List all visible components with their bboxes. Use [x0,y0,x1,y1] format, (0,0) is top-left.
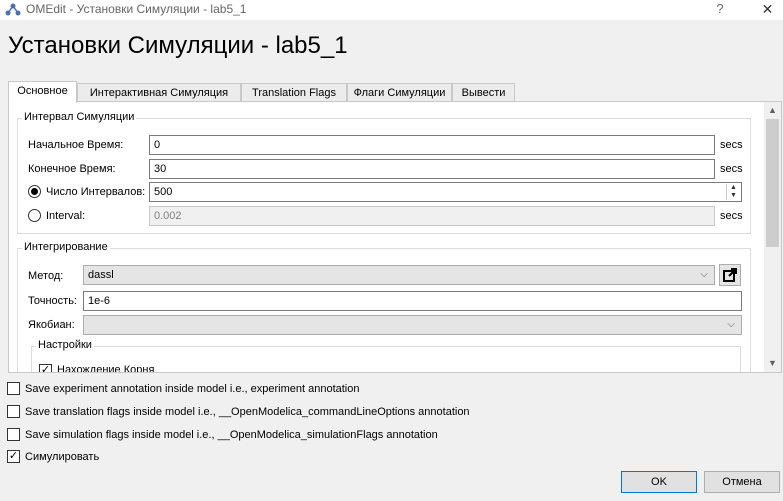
spin-arrows-icon[interactable]: ▲ ▼ [726,184,740,200]
method-label: Метод: [28,270,64,282]
scroll-up-icon[interactable]: ▲ [764,102,781,119]
interval-radio[interactable] [28,209,41,222]
vertical-scrollbar[interactable]: ▲ ▼ [764,102,781,372]
simulate-checkbox[interactable]: ✓ [7,450,20,463]
window-title: OMEdit - Установки Симуляции - lab5_1 [26,2,247,16]
intervals-radio[interactable] [28,185,41,198]
save-experiment-checkbox[interactable] [7,382,20,395]
method-options-button[interactable] [719,264,741,286]
general-tab-panel: Интервал Симуляции Начальное Время: 0 se… [8,101,782,373]
tolerance-input[interactable]: 1e-6 [83,291,742,311]
interval-input[interactable]: 0.002 [149,206,715,226]
root-finding-label: Нахождение Корня [57,364,155,373]
save-translation-flags-checkbox[interactable] [7,405,20,418]
stop-time-input[interactable]: 30 [149,159,715,179]
chevron-down-icon: ⌵ [700,269,708,280]
start-time-unit: secs [720,139,743,151]
omedit-app-icon [5,3,21,16]
tab-interactive-simulation[interactable]: Интерактивная Симуляция [77,83,241,103]
intervals-spinbox[interactable]: 500 ▲ ▼ [149,182,742,202]
page-title: Установки Симуляции - lab5_1 [8,32,348,59]
tab-general[interactable]: Основное [8,81,77,103]
settings-title: Настройки [36,339,94,351]
tab-output[interactable]: Вывести [452,83,515,103]
save-translation-flags-label: Save translation flags inside model i.e.… [25,406,470,418]
tolerance-label: Точность: [28,295,77,307]
simulate-label: Симулировать [25,451,100,463]
start-time-label: Начальное Время: [28,139,124,151]
tab-simulation-flags[interactable]: Флаги Симуляции [347,83,452,103]
method-select[interactable]: dassl ⌵ [83,265,715,285]
title-bar: OMEdit - Установки Симуляции - lab5_1 ? … [0,0,783,20]
tab-translation-flags[interactable]: Translation Flags [241,83,347,103]
external-window-icon [723,268,737,282]
chevron-down-icon: ⌵ [727,319,735,330]
interval-label: Interval: [46,210,86,222]
ok-button[interactable]: OK [621,471,697,493]
integration-title: Интегрирование [22,241,110,253]
simulation-interval-title: Интервал Симуляции [22,111,137,123]
jacobian-label: Якобиан: [28,319,75,331]
scroll-down-icon[interactable]: ▼ [764,355,781,372]
method-value: dassl [88,269,114,281]
root-finding-checkbox[interactable]: ✓ [39,364,52,372]
cancel-button[interactable]: Отмена [704,471,780,493]
help-button[interactable]: ? [712,1,728,19]
save-simulation-flags-label: Save simulation flags inside model i.e.,… [25,429,438,441]
stop-time-unit: secs [720,163,743,175]
save-experiment-label: Save experiment annotation inside model … [25,383,360,395]
interval-unit: secs [720,210,743,222]
close-button[interactable]: ✕ [752,0,783,20]
start-time-input[interactable]: 0 [149,135,715,155]
jacobian-select[interactable]: ⌵ [83,315,742,335]
stop-time-label: Конечное Время: [28,163,116,175]
intervals-label: Число Интервалов: [46,186,146,198]
intervals-value: 500 [154,186,173,198]
save-simulation-flags-checkbox[interactable] [7,428,20,441]
scrollbar-thumb[interactable] [766,119,779,247]
